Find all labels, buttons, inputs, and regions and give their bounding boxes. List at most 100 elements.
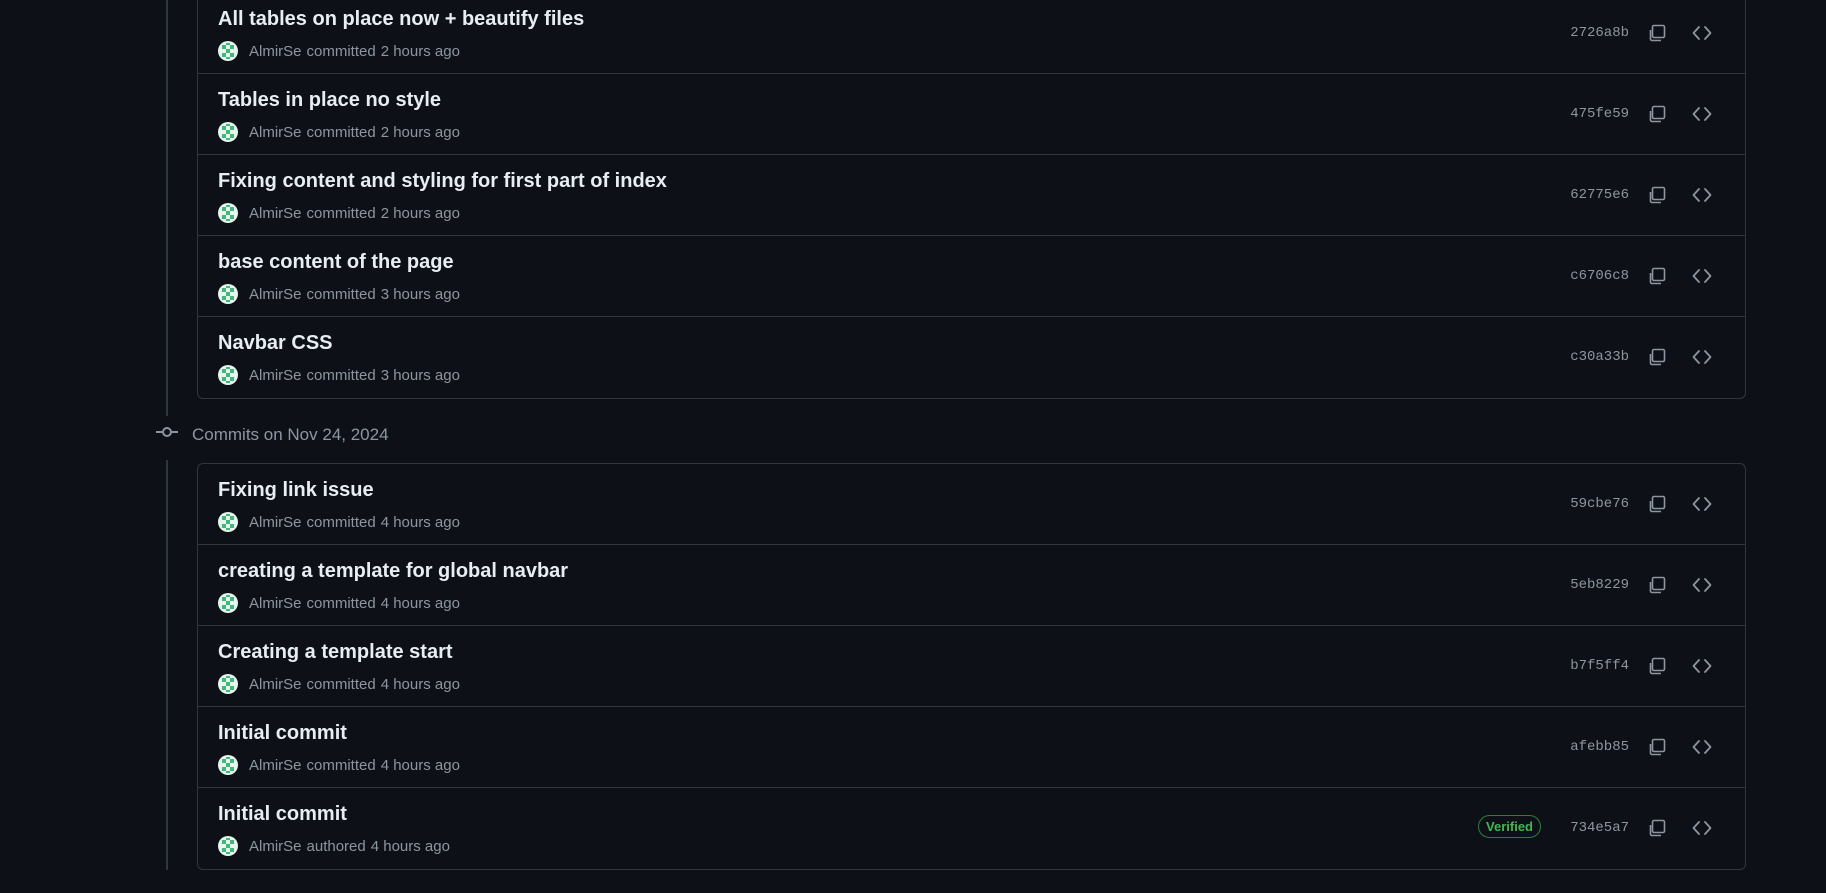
copy-sha-button[interactable] (1645, 21, 1669, 45)
commit-author-link[interactable]: AlmirSe (249, 124, 302, 141)
commit-action: authored (306, 837, 366, 855)
copy-sha-button[interactable] (1645, 735, 1669, 759)
commit-row: Creating a template start AlmirSe commit… (198, 626, 1745, 707)
commit-title-link[interactable]: base content of the page (218, 251, 454, 274)
commit-meta: AlmirSe committed 4 hours ago (218, 755, 460, 775)
copy-icon (1649, 819, 1666, 837)
copy-icon (1649, 267, 1666, 285)
timeline-line-top (166, 0, 168, 416)
commit-title-link[interactable]: Initial commit (218, 803, 347, 826)
commit-sha-link[interactable]: 62775e6 (1570, 187, 1629, 203)
commit-sha-link[interactable]: afebb85 (1570, 739, 1629, 755)
commit-author-link[interactable]: AlmirSe (249, 43, 302, 60)
commit-row: Initial commit AlmirSe authored 4 hours … (198, 788, 1745, 869)
copy-icon (1649, 738, 1666, 756)
commit-row: Fixing content and styling for first par… (198, 155, 1745, 236)
commit-action: committed (306, 513, 376, 531)
commit-meta: AlmirSe committed 4 hours ago (218, 674, 460, 694)
code-icon (1692, 188, 1712, 202)
copy-sha-button[interactable] (1645, 183, 1669, 207)
avatar[interactable] (218, 203, 238, 223)
copy-sha-button[interactable] (1645, 102, 1669, 126)
commit-author-link[interactable]: AlmirSe (249, 838, 302, 855)
commit-action: committed (306, 366, 376, 384)
commit-sha-link[interactable]: 5eb8229 (1570, 577, 1629, 593)
copy-icon (1649, 186, 1666, 204)
commit-row: Navbar CSS AlmirSe committed 3 hours ago… (198, 317, 1745, 398)
code-icon (1692, 497, 1712, 511)
avatar[interactable] (218, 122, 238, 142)
commit-title-link[interactable]: Creating a template start (218, 641, 453, 664)
commit-time: 4 hours ago (370, 837, 450, 855)
commit-meta: AlmirSe committed 3 hours ago (218, 365, 460, 385)
commit-group-header: Commits on Nov 24, 2024 (156, 424, 389, 445)
commit-action: committed (306, 204, 376, 222)
verified-badge[interactable]: Verified (1478, 815, 1541, 838)
browse-repo-button[interactable] (1690, 492, 1714, 516)
commit-title-link[interactable]: Tables in place no style (218, 89, 441, 112)
commit-sha-link[interactable]: c6706c8 (1570, 268, 1629, 284)
commit-title-link[interactable]: Fixing link issue (218, 479, 374, 502)
browse-repo-button[interactable] (1690, 102, 1714, 126)
avatar[interactable] (218, 593, 238, 613)
commit-row: Fixing link issue AlmirSe committed 4 ho… (198, 464, 1745, 545)
copy-sha-button[interactable] (1645, 264, 1669, 288)
browse-repo-button[interactable] (1690, 345, 1714, 369)
commit-sha-link[interactable]: b7f5ff4 (1570, 658, 1629, 674)
browse-repo-button[interactable] (1690, 573, 1714, 597)
commit-author-link[interactable]: AlmirSe (249, 757, 302, 774)
commit-author-link[interactable]: AlmirSe (249, 595, 302, 612)
code-icon (1692, 269, 1712, 283)
commit-sha-link[interactable]: c30a33b (1570, 349, 1629, 365)
browse-repo-button[interactable] (1690, 735, 1714, 759)
avatar[interactable] (218, 836, 238, 856)
commit-time: 4 hours ago (380, 675, 460, 693)
browse-repo-button[interactable] (1690, 264, 1714, 288)
commit-sha-link[interactable]: 734e5a7 (1570, 820, 1629, 836)
commit-author-link[interactable]: AlmirSe (249, 676, 302, 693)
avatar[interactable] (218, 284, 238, 304)
commit-time: 2 hours ago (380, 123, 460, 141)
commit-time: 4 hours ago (380, 756, 460, 774)
browse-repo-button[interactable] (1690, 816, 1714, 840)
commit-list-group-2: Fixing link issue AlmirSe committed 4 ho… (197, 463, 1746, 870)
commit-sha-link[interactable]: 475fe59 (1570, 106, 1629, 122)
commit-action: committed (306, 123, 376, 141)
commit-sha-link[interactable]: 59cbe76 (1570, 496, 1629, 512)
commit-title-link[interactable]: All tables on place now + beautify files (218, 8, 584, 31)
browse-repo-button[interactable] (1690, 654, 1714, 678)
commit-list-group-1: All tables on place now + beautify files… (197, 0, 1746, 399)
commit-title-link[interactable]: Fixing content and styling for first par… (218, 170, 667, 193)
copy-sha-button[interactable] (1645, 573, 1669, 597)
browse-repo-button[interactable] (1690, 21, 1714, 45)
avatar[interactable] (218, 512, 238, 532)
copy-icon (1649, 495, 1666, 513)
commit-author-link[interactable]: AlmirSe (249, 205, 302, 222)
commit-title-link[interactable]: Navbar CSS (218, 332, 333, 355)
copy-sha-button[interactable] (1645, 492, 1669, 516)
commit-row: Initial commit AlmirSe committed 4 hours… (198, 707, 1745, 788)
commit-time: 3 hours ago (380, 285, 460, 303)
avatar[interactable] (218, 365, 238, 385)
commit-meta: AlmirSe committed 2 hours ago (218, 41, 460, 61)
commit-time: 3 hours ago (380, 366, 460, 384)
commit-author-link[interactable]: AlmirSe (249, 514, 302, 531)
browse-repo-button[interactable] (1690, 183, 1714, 207)
copy-sha-button[interactable] (1645, 816, 1669, 840)
git-commit-icon (156, 424, 178, 445)
commit-sha-link[interactable]: 2726a8b (1570, 25, 1629, 41)
copy-icon (1649, 24, 1666, 42)
commit-title-link[interactable]: creating a template for global navbar (218, 560, 568, 583)
copy-icon (1649, 348, 1666, 366)
commit-meta: AlmirSe committed 2 hours ago (218, 203, 460, 223)
commit-title-link[interactable]: Initial commit (218, 722, 347, 745)
avatar[interactable] (218, 41, 238, 61)
copy-sha-button[interactable] (1645, 654, 1669, 678)
commit-author-link[interactable]: AlmirSe (249, 286, 302, 303)
avatar[interactable] (218, 674, 238, 694)
code-icon (1692, 578, 1712, 592)
avatar[interactable] (218, 755, 238, 775)
commit-action: committed (306, 756, 376, 774)
commit-author-link[interactable]: AlmirSe (249, 367, 302, 384)
copy-sha-button[interactable] (1645, 345, 1669, 369)
